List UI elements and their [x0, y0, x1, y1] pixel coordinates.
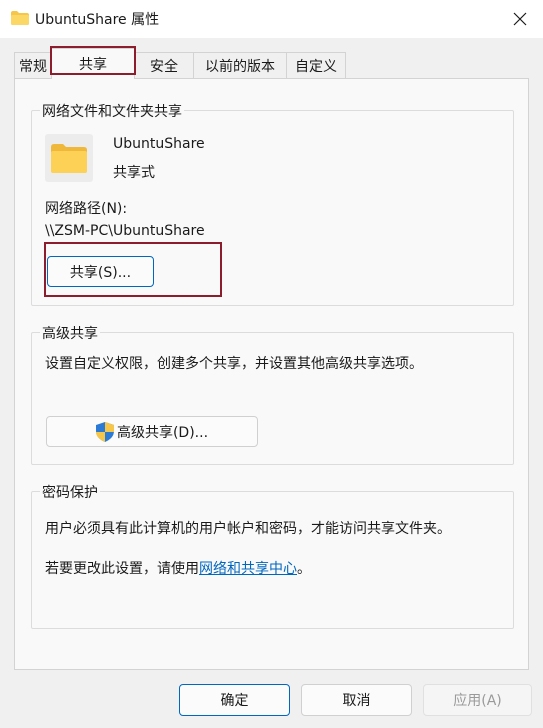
cancel-button[interactable]: 取消 [301, 684, 412, 716]
share-button-label: 共享(S)... [69, 264, 132, 281]
tab-security[interactable]: 安全 [134, 52, 194, 78]
tab-label: 以前的版本 [205, 58, 275, 75]
close-icon [513, 12, 527, 26]
share-status: 共享式 [113, 165, 155, 181]
share-button[interactable]: 共享(S)... [47, 256, 154, 287]
tab-sharing[interactable]: 共享 [51, 48, 135, 79]
folder-name: UbuntuShare [113, 136, 205, 152]
tab-label: 自定义 [295, 58, 337, 75]
ok-button[interactable]: 确定 [179, 684, 290, 716]
tab-customize[interactable]: 自定义 [286, 52, 346, 78]
tab-label: 共享 [79, 57, 107, 73]
advanced-sharing-legend: 高级共享 [40, 323, 100, 343]
change-setting-suffix: 。 [297, 561, 311, 577]
window-title: UbuntuShare 属性 [35, 12, 160, 28]
apply-button-label: 应用(A) [453, 693, 502, 709]
advanced-sharing-button[interactable]: 高级共享(D)... [46, 416, 258, 447]
tab-general[interactable]: 常规 [14, 52, 52, 78]
ok-button-label: 确定 [220, 693, 249, 709]
network-sharing-legend: 网络文件和文件夹共享 [40, 101, 184, 121]
password-protection-description: 用户必须具有此计算机的用户帐户和密码，才能访问共享文件夹。 [45, 521, 451, 537]
close-button[interactable] [497, 0, 543, 38]
folder-icon [51, 144, 87, 173]
network-path-value: \\ZSM-PC\UbuntuShare [45, 223, 205, 239]
change-setting-prefix: 若要更改此设置，请使用 [45, 561, 199, 577]
password-protection-legend: 密码保护 [40, 482, 100, 502]
apply-button[interactable]: 应用(A) [423, 684, 532, 716]
advanced-sharing-description: 设置自定义权限，创建多个共享，并设置其他高级共享选项。 [45, 356, 423, 372]
shield-icon [95, 421, 114, 442]
advanced-sharing-button-label: 高级共享(D)... [116, 424, 209, 441]
folder-large-icon [45, 134, 93, 182]
tab-previous-versions[interactable]: 以前的版本 [193, 52, 287, 78]
tab-label: 安全 [150, 58, 178, 75]
change-setting-text: 若要更改此设置，请使用网络和共享中心。 [45, 558, 311, 578]
network-sharing-center-link[interactable]: 网络和共享中心 [199, 561, 297, 577]
folder-icon [11, 11, 29, 25]
tab-label: 常规 [19, 58, 47, 75]
network-path-label: 网络路径(N): [45, 201, 128, 217]
title-bar: UbuntuShare 属性 [0, 0, 543, 38]
cancel-button-label: 取消 [342, 693, 371, 709]
